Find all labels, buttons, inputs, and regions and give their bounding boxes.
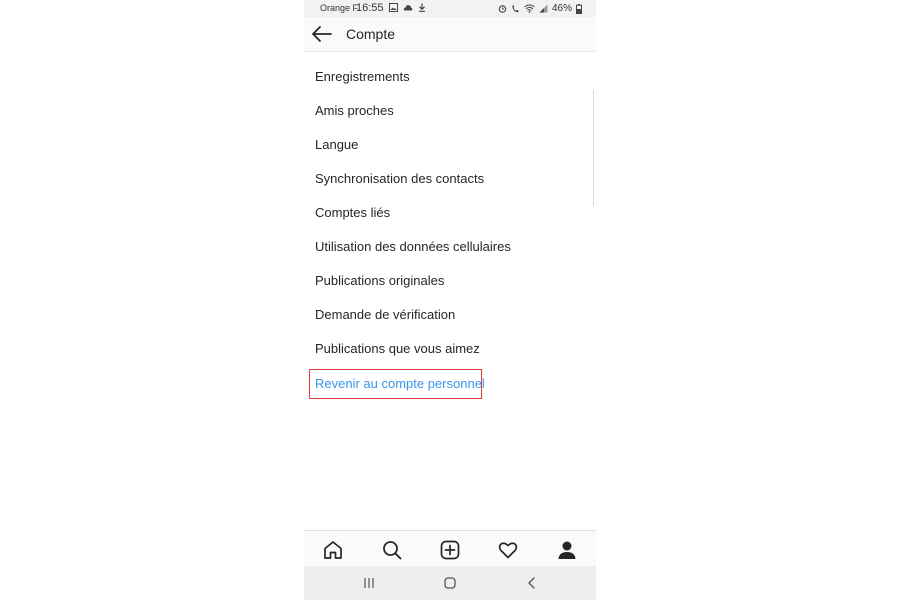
carrier-label: Orange F bbox=[320, 3, 359, 13]
arrow-left-icon[interactable] bbox=[310, 21, 334, 47]
add-post-icon[interactable] bbox=[439, 539, 461, 561]
image-icon bbox=[389, 3, 398, 12]
profile-icon[interactable] bbox=[556, 539, 578, 561]
menu-item-comptes-lies[interactable]: Comptes liés bbox=[315, 205, 390, 220]
menu-item-enregistrements[interactable]: Enregistrements bbox=[315, 69, 410, 84]
clock: 16:55 bbox=[356, 2, 384, 14]
download-icon bbox=[419, 3, 425, 12]
menu-item-langue[interactable]: Langue bbox=[315, 137, 358, 152]
battery-percent: 46% bbox=[551, 3, 572, 14]
bottom-nav bbox=[304, 530, 596, 567]
wifi-icon bbox=[524, 4, 535, 13]
menu-item-amis-proches[interactable]: Amis proches bbox=[315, 103, 394, 118]
menu-item-publications-aimees[interactable]: Publications que vous aimez bbox=[315, 341, 480, 356]
signal-icon bbox=[539, 4, 548, 13]
search-icon[interactable] bbox=[381, 539, 403, 561]
scrollbar bbox=[593, 90, 596, 206]
back-icon[interactable] bbox=[524, 575, 540, 591]
system-nav-bar bbox=[304, 566, 596, 600]
wifi-call-icon bbox=[512, 5, 519, 13]
menu-item-synchronisation-contacts[interactable]: Synchronisation des contacts bbox=[315, 171, 484, 186]
cloud-icon bbox=[403, 5, 413, 11]
menu-item-donnees-cellulaires[interactable]: Utilisation des données cellulaires bbox=[315, 239, 511, 254]
page-title: Compte bbox=[346, 26, 396, 42]
status-bar: Orange F 16:55 46% bbox=[304, 0, 596, 17]
menu-item-demande-verification[interactable]: Demande de vérification bbox=[315, 307, 455, 322]
heart-icon[interactable] bbox=[497, 539, 519, 561]
recent-apps-icon[interactable] bbox=[361, 575, 377, 591]
alarm-icon bbox=[498, 5, 507, 13]
highlight-box bbox=[309, 369, 482, 399]
header: Compte bbox=[304, 17, 596, 52]
home-icon[interactable] bbox=[322, 539, 344, 561]
menu-item-publications-originales[interactable]: Publications originales bbox=[315, 273, 444, 288]
battery-icon bbox=[576, 3, 582, 14]
phone-screen: Orange F 16:55 46% Compte Enregistrement… bbox=[304, 0, 596, 600]
home-button-icon[interactable] bbox=[442, 575, 458, 591]
